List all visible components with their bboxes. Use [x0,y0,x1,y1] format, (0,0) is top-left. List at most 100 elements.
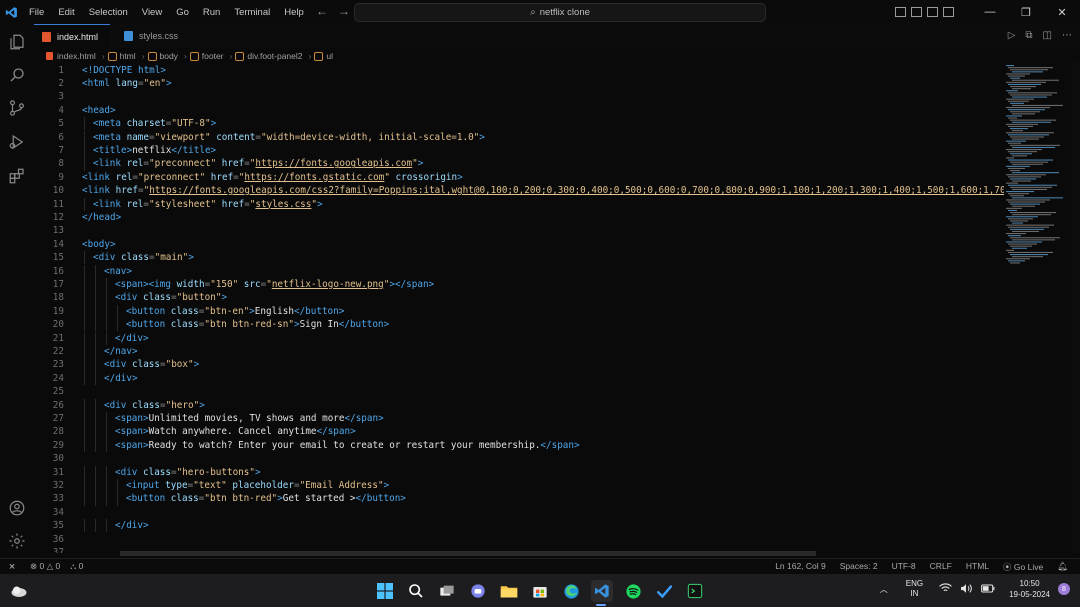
arrow-back-icon[interactable]: ← [316,4,328,18]
code-line[interactable]: 33 <button class="btn btn-red">Get starte… [34,492,1004,506]
code-line[interactable]: 35 </div> [34,519,1004,533]
restore-icon[interactable]: ❐ [1008,6,1044,19]
code-line[interactable]: 15 <div class="main"> [34,251,1004,265]
windows-start-icon[interactable] [374,580,396,602]
code-line[interactable]: 3 [34,90,1004,103]
battery-icon[interactable] [981,584,995,595]
close-icon[interactable]: ✕ [1044,6,1080,19]
code-line[interactable]: 5 <meta charset="UTF-8"> [34,117,1004,131]
code-line[interactable]: 22 </nav> [34,344,1004,359]
weather-widget-icon[interactable] [8,580,30,602]
menu-help[interactable]: Help [277,7,311,18]
run-file-icon[interactable]: ▷ [1008,30,1016,41]
accounts-icon[interactable] [7,498,27,518]
notifications-bell-icon[interactable]: 🔔︎ [1057,561,1068,573]
clock[interactable]: 10:50 19-05-2024 [1009,578,1050,600]
code-line[interactable]: 27 <span>Unlimited movies, TV shows and m… [34,411,1004,426]
breadcrumb-item[interactable]: html [120,51,136,61]
vscode-taskbar-icon[interactable] [591,580,613,602]
menu-view[interactable]: View [135,7,169,18]
encoding[interactable]: UTF-8 [892,561,916,573]
remote-indicator-icon[interactable]: ⨯ [0,559,24,575]
toggle-panel-icon[interactable] [911,7,922,17]
chevron-up-icon[interactable]: ︿ [880,584,888,595]
code-line[interactable]: 18 <div class="button"> [34,291,1004,305]
tab-styles-css[interactable]: styles.css [116,24,186,48]
command-center-search[interactable]: ⌕ netflix clone [354,3,766,22]
code-line[interactable]: 14 <body> [34,238,1004,251]
minimize-icon[interactable]: — [972,6,1008,18]
source-control-icon[interactable] [7,98,27,118]
taskbar-search-icon[interactable] [405,580,427,602]
breadcrumb-item[interactable]: footer [202,51,224,61]
extensions-icon[interactable] [7,166,27,186]
code-line[interactable]: 8 <link rel="preconnect" href="https://fo… [34,157,1004,171]
breadcrumb-item[interactable]: ul [326,51,333,61]
code-line[interactable]: 20 <button class="btn btn-red-sn">Sign In… [34,318,1004,332]
code-line[interactable]: 11 <link rel="stylesheet" href="styles.cs… [34,197,1004,211]
cursor-position[interactable]: Ln 162, Col 9 [775,561,826,573]
vscode-logo-icon[interactable] [0,0,22,24]
code-line[interactable]: 6 <meta name="viewport" content="width=de… [34,130,1004,144]
task-view-icon[interactable] [436,580,458,602]
vertical-scrollbar[interactable] [1072,63,1080,553]
code-line[interactable]: 30 [34,452,1004,465]
volume-icon[interactable] [960,583,973,596]
tab-index-html[interactable]: index.html [34,24,110,48]
code-line[interactable]: 28 <span>Watch anywhere. Cancel anytime</… [34,425,1004,439]
code-line[interactable]: 29 <span>Ready to watch? Enter your email… [34,438,1004,453]
problems-indicator[interactable]: ⊗ 0 △ 0 [30,561,60,572]
code-line[interactable]: 32 <input type="text" placeholder="Email … [34,478,1004,493]
wifi-icon[interactable] [939,583,952,595]
customize-layout-icon[interactable] [943,7,954,17]
microsoft-store-icon[interactable] [529,580,551,602]
more-actions-icon[interactable]: ⋯ [1062,30,1072,41]
menu-edit[interactable]: Edit [51,7,81,18]
breadcrumb-item[interactable]: index.html [57,51,96,61]
toggle-secondary-sidebar-icon[interactable] [927,7,938,17]
indentation[interactable]: Spaces: 2 [840,561,878,573]
go-live-button[interactable]: ⦿ Go Live [1003,561,1043,573]
arrow-forward-icon[interactable]: → [338,4,350,18]
code-line[interactable]: 12 </head> [34,211,1004,224]
code-line[interactable]: 24 </div> [34,371,1004,386]
notification-badge[interactable]: 8 [1058,583,1070,595]
code-line[interactable]: 7 <title>netflix</title> [34,143,1004,158]
open-preview-icon[interactable]: ⧉ [1025,30,1032,41]
search-view-icon[interactable] [7,65,27,85]
ports-indicator[interactable]: ⛬ 0 [70,561,83,572]
code-line[interactable]: 19 <button class="btn-en">English</button… [34,304,1004,319]
code-line[interactable]: 1 <!DOCTYPE html> [34,64,1004,77]
edge-browser-icon[interactable] [560,580,582,602]
settings-gear-icon[interactable] [7,531,27,551]
code-line[interactable]: 26 <div class="hero"> [34,398,1004,412]
code-line[interactable]: 23 <div class="box"> [34,358,1004,372]
code-line[interactable]: 36 [34,533,1004,546]
explorer-icon[interactable] [7,32,27,52]
code-line[interactable]: 34 [34,506,1004,519]
file-explorer-icon[interactable] [498,580,520,602]
menu-go[interactable]: Go [169,7,196,18]
language-mode[interactable]: HTML [966,561,989,573]
code-line[interactable]: 31 <div class="hero-buttons"> [34,465,1004,479]
code-line[interactable]: 10 <link href="https://fonts.googleapis.c… [34,184,1004,197]
breadcrumb-item[interactable]: body [160,51,178,61]
code-line[interactable]: 16 <nav> [34,264,1004,278]
terminal-app-icon[interactable] [684,580,706,602]
menu-terminal[interactable]: Terminal [227,7,277,18]
menu-selection[interactable]: Selection [82,7,135,18]
end-of-line[interactable]: CRLF [930,561,952,573]
split-editor-icon[interactable]: ◫ [1043,30,1052,41]
toggle-primary-sidebar-icon[interactable] [895,7,906,17]
language-indicator[interactable]: ENG IN [906,579,923,599]
menu-file[interactable]: File [22,7,51,18]
code-line[interactable]: 25 [34,385,1004,398]
chat-app-icon[interactable] [467,580,489,602]
minimap[interactable] [1004,63,1072,273]
todo-app-icon[interactable] [653,580,675,602]
code-line[interactable]: 21 </div> [34,331,1004,345]
horizontal-scrollbar[interactable] [120,551,816,556]
code-line[interactable]: 13 [34,224,1004,237]
code-editor[interactable]: 1 <!DOCTYPE html> 2 <html lang="en"> 3 4 <head… [34,63,1004,553]
breadcrumb-item[interactable]: div.foot-panel2 [247,51,302,61]
